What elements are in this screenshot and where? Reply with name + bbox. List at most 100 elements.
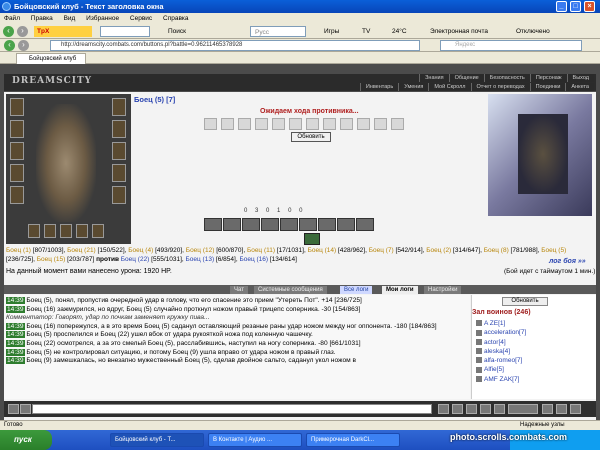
refresh-button[interactable]: Обновить [291, 132, 331, 142]
online-user-name[interactable]: alfa-romeo[7] [484, 357, 522, 364]
chat-icon[interactable] [556, 404, 567, 414]
fighter-14[interactable]: Боец (14) [308, 247, 337, 254]
toolbar-tv[interactable]: TV [362, 26, 370, 37]
nav-anketa[interactable]: Анкета [565, 83, 594, 91]
minimize-button[interactable]: _ [556, 1, 567, 12]
toolbar-search-box[interactable] [100, 26, 150, 37]
toolbar-search[interactable]: Поиск [168, 26, 186, 37]
nav-obshchenie[interactable]: Общение [448, 74, 484, 82]
attack-slot[interactable] [323, 118, 336, 130]
nav-bezopasnost[interactable]: Безопасность [483, 74, 530, 82]
online-user[interactable]: aleska[4] [476, 347, 526, 356]
attack-slot[interactable] [255, 118, 268, 130]
online-user[interactable]: Alfie[5] [476, 365, 526, 374]
fighter-4[interactable]: Боец (4) [128, 247, 153, 254]
online-user-name[interactable]: aleska[4] [484, 348, 510, 355]
special-attack-icon[interactable] [304, 233, 320, 245]
equip-slot[interactable] [112, 142, 126, 160]
enemy-16[interactable]: Боец (16) [239, 256, 268, 263]
attack-slot[interactable] [272, 118, 285, 130]
attack-slot[interactable] [306, 118, 319, 130]
online-user-name[interactable]: actor[4] [484, 339, 506, 346]
tab-my-logs[interactable]: Мои логи [382, 286, 418, 294]
addr-back-icon[interactable]: ‹ [4, 40, 15, 51]
menu-view[interactable]: Вид [64, 15, 76, 22]
online-user[interactable]: AMF ZAK[7] [476, 375, 526, 384]
toolbar-games[interactable]: Игры [324, 26, 339, 37]
chat-input[interactable] [32, 404, 432, 414]
nav-inventar[interactable]: Инвентарь [359, 83, 399, 91]
yandex-search-input[interactable]: Яндекс [440, 40, 582, 51]
tab-settings[interactable]: Настройки [424, 286, 462, 294]
toolbar-temp[interactable]: 24°С [392, 26, 407, 37]
forward-icon[interactable]: › [17, 26, 28, 37]
fighter-15[interactable]: Боец (15) [37, 256, 66, 263]
skill-icon[interactable] [280, 218, 298, 231]
menu-tools[interactable]: Сервис [130, 15, 152, 22]
menu-favorites[interactable]: Избранное [86, 15, 119, 22]
task-vk[interactable]: В Контакте | Аудио ... [208, 433, 302, 447]
equip-slot[interactable] [10, 164, 24, 182]
task-combats[interactable]: Бойцовский клуб - Т... [110, 433, 204, 447]
skill-icon[interactable] [299, 218, 317, 231]
enemy-13[interactable]: Боец (13) [186, 256, 215, 263]
tab-chat[interactable]: Чат [230, 286, 248, 294]
nav-personazh[interactable]: Персонаж [529, 74, 567, 82]
addr-forward-icon[interactable]: › [18, 40, 29, 51]
skill-icon[interactable] [242, 218, 260, 231]
toolbar-off[interactable]: Отключено [516, 26, 550, 37]
enemy-22[interactable]: Боец (22) [121, 256, 150, 263]
attack-slot[interactable] [289, 118, 302, 130]
online-user[interactable]: actor[4] [476, 338, 526, 347]
tab-combats[interactable]: Бойцовский клуб [16, 53, 86, 64]
skill-icon[interactable] [356, 218, 374, 231]
skill-icon[interactable] [204, 218, 222, 231]
battle-log-link[interactable]: лог боя »» [549, 258, 586, 265]
equip-slot[interactable] [92, 224, 104, 238]
online-user-name[interactable]: acceleration[7] [484, 329, 526, 336]
nav-znaniya[interactable]: Знания [419, 74, 449, 82]
equip-slot[interactable] [10, 120, 24, 138]
nav-otchet[interactable]: Отчет о переводах [470, 83, 530, 91]
equip-slot[interactable] [76, 224, 88, 238]
toolbar-rus[interactable]: Русс [250, 26, 306, 37]
equip-slot[interactable] [112, 120, 126, 138]
maximize-button[interactable]: □ [570, 1, 581, 12]
chat-icon[interactable] [542, 404, 553, 414]
equip-slot[interactable] [10, 142, 24, 160]
chat-icon[interactable] [480, 404, 491, 414]
attack-slot[interactable] [374, 118, 387, 130]
equip-slot[interactable] [44, 224, 56, 238]
chat-icon[interactable] [570, 404, 581, 414]
attack-slot[interactable] [221, 118, 234, 130]
menu-edit[interactable]: Правка [31, 15, 53, 22]
equip-slot[interactable] [112, 186, 126, 204]
skill-icon[interactable] [223, 218, 241, 231]
nav-poedinki[interactable]: Поединки [529, 83, 566, 91]
skill-icon[interactable] [261, 218, 279, 231]
fighter-8[interactable]: Боец (8) [484, 247, 509, 254]
fighter-12[interactable]: Боец (12) [186, 247, 215, 254]
close-button[interactable]: × [584, 1, 595, 12]
attack-slot[interactable] [391, 118, 404, 130]
toolbar-mail[interactable]: Электронная почта [430, 26, 488, 37]
task-dress[interactable]: Примерочная DarkCl... [306, 433, 400, 447]
online-user[interactable]: acceleration[7] [476, 328, 526, 337]
equip-slot[interactable] [112, 98, 126, 116]
fighter-5[interactable]: Боец (5) [541, 247, 566, 254]
online-user-name[interactable]: A ZE[1] [484, 320, 505, 327]
attack-slot[interactable] [238, 118, 251, 130]
online-user[interactable]: A ZE[1] [476, 319, 526, 328]
fighter-7[interactable]: Боец (7) [369, 247, 394, 254]
equip-slot[interactable] [28, 224, 40, 238]
chat-icon[interactable] [438, 404, 449, 414]
equip-slot[interactable] [10, 186, 24, 204]
nav-vyhod[interactable]: Выход [566, 74, 594, 82]
equip-slot[interactable] [10, 98, 24, 116]
fighter-2[interactable]: Боец (2) [426, 247, 451, 254]
attack-slot[interactable] [204, 118, 217, 130]
fighter-11[interactable]: Боец (11) [247, 247, 275, 254]
fighter-1[interactable]: Боец (1) [6, 247, 31, 254]
tab-all-logs[interactable]: Все логи [340, 286, 373, 294]
attack-slot[interactable] [340, 118, 353, 130]
